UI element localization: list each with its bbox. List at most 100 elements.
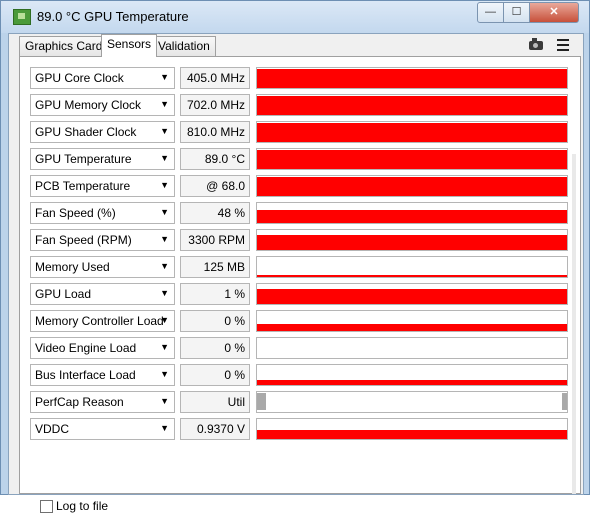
sensor-graph-fill bbox=[257, 96, 567, 115]
sensor-graph-fill bbox=[257, 275, 567, 277]
sensor-row: PCB Temperature ▼ @ 68.0 bbox=[30, 175, 570, 197]
camera-icon[interactable] bbox=[529, 38, 543, 50]
tab-sensors[interactable]: Sensors bbox=[101, 34, 158, 57]
sensor-name-dropdown[interactable]: GPU Load ▼ bbox=[30, 283, 175, 305]
chevron-down-icon[interactable]: ▼ bbox=[160, 126, 169, 136]
chevron-down-icon[interactable]: ▼ bbox=[160, 99, 169, 109]
minimize-button[interactable]: — bbox=[477, 2, 504, 23]
sensor-name: Bus Interface Load bbox=[35, 368, 136, 382]
sensor-value: 0 % bbox=[224, 368, 245, 382]
sensor-graph bbox=[256, 67, 568, 89]
sensor-graph bbox=[256, 94, 568, 116]
chevron-down-icon[interactable]: ▼ bbox=[160, 423, 169, 433]
sensor-name-dropdown[interactable]: GPU Temperature ▼ bbox=[30, 148, 175, 170]
sensor-graph-fill bbox=[257, 324, 567, 331]
sensor-row: Memory Controller Load ▼ 0 % bbox=[30, 310, 570, 332]
sensor-name: Fan Speed (%) bbox=[35, 206, 116, 220]
sensor-name-dropdown[interactable]: GPU Shader Clock ▼ bbox=[30, 121, 175, 143]
log-to-file-label: Log to file bbox=[56, 499, 109, 513]
sensor-value: 48 % bbox=[217, 206, 245, 220]
tab-validation[interactable]: Validation bbox=[152, 36, 216, 56]
sensor-name-dropdown[interactable]: VDDC ▼ bbox=[30, 418, 175, 440]
sensor-value: 702.0 MHz bbox=[186, 98, 245, 112]
sensor-graph bbox=[256, 364, 568, 386]
sensor-graph bbox=[256, 418, 568, 440]
window-title: 89.0 °C GPU Temperature bbox=[37, 9, 189, 24]
log-to-file-checkbox[interactable] bbox=[40, 500, 53, 513]
chevron-down-icon[interactable]: ▼ bbox=[160, 369, 169, 379]
close-button[interactable]: ✕ bbox=[529, 2, 579, 23]
sensor-row: Memory Used ▼ 125 MB bbox=[30, 256, 570, 278]
sensor-value-box: Util bbox=[180, 391, 250, 413]
perfcap-graph-bar bbox=[257, 393, 266, 410]
sensor-value-box: 125 MB bbox=[180, 256, 250, 278]
sensor-name: Fan Speed (RPM) bbox=[35, 233, 132, 247]
sensor-value: 3300 RPM bbox=[188, 233, 245, 247]
sensor-name: GPU Core Clock bbox=[35, 71, 124, 85]
sensor-name: GPU Shader Clock bbox=[35, 125, 137, 139]
sensor-name-dropdown[interactable]: Fan Speed (%) ▼ bbox=[30, 202, 175, 224]
tab-graphics-card[interactable]: Graphics Card bbox=[19, 36, 109, 56]
sensor-graph bbox=[256, 121, 568, 143]
sensor-graph-fill bbox=[257, 177, 567, 196]
sensor-row: PerfCap Reason ▼ Util bbox=[30, 391, 570, 413]
chevron-down-icon[interactable]: ▼ bbox=[160, 396, 169, 406]
sensor-value-box: 405.0 MHz bbox=[180, 67, 250, 89]
sensor-name: PerfCap Reason bbox=[35, 395, 124, 409]
sensor-name: Memory Used bbox=[35, 260, 110, 274]
sensor-name-dropdown[interactable]: Fan Speed (RPM) ▼ bbox=[30, 229, 175, 251]
sensor-value: 1 % bbox=[224, 287, 245, 301]
sensor-graph bbox=[256, 337, 568, 359]
sensor-graph-fill bbox=[257, 380, 567, 385]
sensor-name: GPU Temperature bbox=[35, 152, 132, 166]
chevron-down-icon[interactable]: ▼ bbox=[160, 207, 169, 217]
sensor-graph bbox=[256, 148, 568, 170]
chevron-down-icon[interactable]: ▼ bbox=[160, 342, 169, 352]
sensor-value: 0 % bbox=[224, 314, 245, 328]
sensor-name-dropdown[interactable]: Video Engine Load ▼ bbox=[30, 337, 175, 359]
chevron-down-icon[interactable]: ▼ bbox=[160, 315, 169, 325]
sensor-value: 0.9370 V bbox=[196, 422, 245, 436]
sensor-graph bbox=[256, 229, 568, 251]
gpu-z-window: 89.0 °C GPU Temperature — ☐ ✕ Graphics C… bbox=[0, 0, 590, 513]
chevron-down-icon[interactable]: ▼ bbox=[160, 234, 169, 244]
sensor-name: VDDC bbox=[35, 422, 70, 436]
chevron-down-icon[interactable]: ▼ bbox=[160, 180, 169, 190]
sensor-name: Memory Controller Load bbox=[35, 314, 164, 328]
chevron-down-icon[interactable]: ▼ bbox=[160, 288, 169, 298]
chevron-down-icon[interactable]: ▼ bbox=[160, 261, 169, 271]
chevron-down-icon[interactable]: ▼ bbox=[160, 153, 169, 163]
sensor-row: Bus Interface Load ▼ 0 % bbox=[30, 364, 570, 386]
scrollbar[interactable] bbox=[572, 154, 576, 494]
client-area: Graphics Card Sensors Validation GPU Cor… bbox=[8, 33, 584, 513]
sensor-name: GPU Load bbox=[35, 287, 92, 301]
sensor-graph bbox=[256, 175, 568, 197]
sensor-name-dropdown[interactable]: PCB Temperature ▼ bbox=[30, 175, 175, 197]
hamburger-menu-icon[interactable] bbox=[557, 39, 569, 51]
sensor-name: GPU Memory Clock bbox=[35, 98, 142, 112]
sensor-row: Fan Speed (%) ▼ 48 % bbox=[30, 202, 570, 224]
sensor-value-box: 702.0 MHz bbox=[180, 94, 250, 116]
app-icon bbox=[13, 9, 31, 25]
sensor-name-dropdown[interactable]: GPU Memory Clock ▼ bbox=[30, 94, 175, 116]
sensor-name-dropdown[interactable]: Memory Used ▼ bbox=[30, 256, 175, 278]
maximize-button[interactable]: ☐ bbox=[503, 2, 530, 23]
sensors-panel: GPU Core Clock ▼ 405.0 MHz GPU Memory Clock… bbox=[19, 56, 581, 513]
sensor-graph-fill bbox=[257, 210, 567, 223]
chevron-down-icon[interactable]: ▼ bbox=[160, 72, 169, 82]
sensor-name-dropdown[interactable]: Bus Interface Load ▼ bbox=[30, 364, 175, 386]
sensor-name-dropdown[interactable]: PerfCap Reason ▼ bbox=[30, 391, 175, 413]
sensor-row: VDDC ▼ 0.9370 V bbox=[30, 418, 570, 440]
sensor-name-dropdown[interactable]: Memory Controller Load ▼ bbox=[30, 310, 175, 332]
sensor-name-dropdown[interactable]: GPU Core Clock ▼ bbox=[30, 67, 175, 89]
sensor-value: 89.0 °C bbox=[204, 152, 245, 166]
sensor-graph bbox=[256, 310, 568, 332]
title-bar[interactable]: 89.0 °C GPU Temperature — ☐ ✕ bbox=[1, 1, 589, 33]
sensor-row: Video Engine Load ▼ 0 % bbox=[30, 337, 570, 359]
sensor-row: GPU Temperature ▼ 89.0 °C bbox=[30, 148, 570, 170]
sensor-value-box: 0.9370 V bbox=[180, 418, 250, 440]
sensor-graph-fill bbox=[257, 235, 567, 250]
sensor-row: GPU Load ▼ 1 % bbox=[30, 283, 570, 305]
sensor-value-box: 0 % bbox=[180, 310, 250, 332]
sensor-value-box: 3300 RPM bbox=[180, 229, 250, 251]
